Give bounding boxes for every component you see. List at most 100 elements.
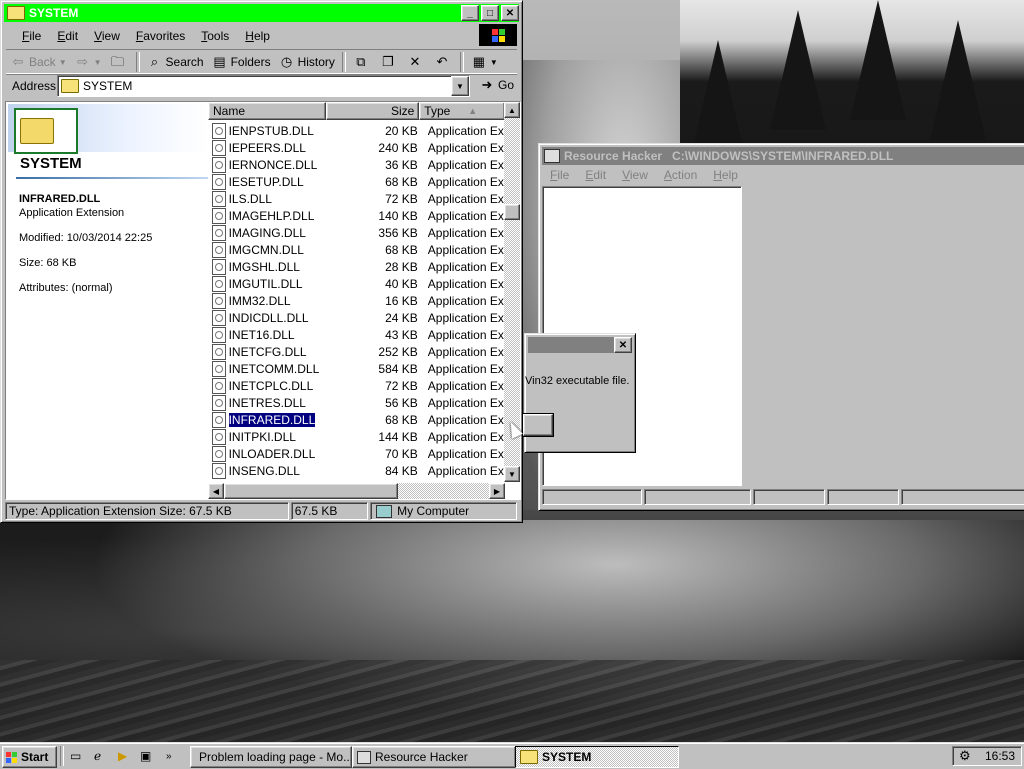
move-to-button[interactable]: ⧉ [349, 52, 376, 72]
scroll-right-button[interactable]: ▶ [489, 483, 505, 499]
file-type: Application Exte [427, 378, 505, 393]
close-button[interactable]: ✕ [501, 5, 519, 21]
file-row[interactable]: INLOADER.DLL 70 KB Application Exte [208, 445, 505, 462]
selected-file-size: Size: 68 KB [19, 257, 77, 269]
file-row[interactable]: IENPSTUB.DLL 20 KB Application Exte [208, 122, 505, 139]
file-row[interactable]: IMGUTIL.DLL 40 KB Application Exte [208, 275, 505, 292]
horizontal-scrollbar[interactable]: ◀ ▶ [208, 483, 505, 499]
views-button[interactable]: ▦ ▼ [467, 52, 502, 72]
file-row[interactable]: ILS.DLL 72 KB Application Exte [208, 190, 505, 207]
show-desktop-icon[interactable]: ▭ [70, 746, 81, 766]
file-name: INET16.DLL [228, 327, 295, 342]
address-dropdown-button[interactable]: ▼ [451, 76, 469, 96]
column-type[interactable]: Type ▲ [419, 102, 505, 120]
scroll-down-button[interactable]: ▼ [504, 466, 520, 482]
menu-edit[interactable]: Edit [49, 28, 86, 44]
file-row[interactable]: IEPEERS.DLL 240 KB Application Exte [208, 139, 505, 156]
file-row[interactable]: INDICDLL.DLL 24 KB Application Exte [208, 309, 505, 326]
file-size: 240 KB [378, 140, 418, 155]
history-button[interactable]: ◷ History [275, 52, 339, 72]
delete-button[interactable]: ✕ [403, 52, 430, 72]
address-input[interactable]: SYSTEM ▼ [57, 75, 470, 97]
file-row[interactable]: IMAGING.DLL 356 KB Application Exte [208, 224, 505, 241]
file-row[interactable]: IMGSHL.DLL 28 KB Application Exte [208, 258, 505, 275]
file-row[interactable]: IESETUP.DLL 68 KB Application Exte [208, 173, 505, 190]
address-label: Address [12, 79, 57, 93]
file-row[interactable]: INETCPLC.DLL 72 KB Application Exte [208, 377, 505, 394]
undo-button[interactable]: ↶ [430, 52, 457, 72]
file-row[interactable]: IERNONCE.DLL 36 KB Application Exte [208, 156, 505, 173]
internet-explorer-icon[interactable]: ℯ [94, 746, 101, 766]
forward-button[interactable]: ⇨ ▼ [71, 52, 106, 72]
error-dialog-titlebar[interactable]: ✕ [528, 337, 632, 353]
scroll-up-button[interactable]: ▲ [504, 102, 520, 118]
web-view-folder-title: SYSTEM [20, 155, 82, 172]
file-row[interactable]: INSENG.DLL 84 KB Application Exte [208, 462, 505, 479]
web-view-divider [16, 177, 208, 179]
dialog-ok-button[interactable] [522, 413, 554, 437]
menu-favorites[interactable]: Favorites [128, 28, 193, 44]
explorer-window[interactable]: SYSTEM _ □ ✕ File Edit View Favorites To… [0, 0, 523, 523]
column-size[interactable]: Size [325, 102, 420, 120]
file-row[interactable]: IMGCMN.DLL 68 KB Application Exte [208, 241, 505, 258]
file-row-selected[interactable]: INFRARED.DLL 68 KB Application Exte [208, 411, 505, 428]
back-button[interactable]: ⇦ Back ▼ [6, 52, 71, 72]
resource-hacker-icon [357, 750, 371, 764]
clock[interactable]: 16:53 [985, 749, 1015, 763]
chevron-down-icon: ▼ [58, 57, 67, 67]
resource-hacker-statusbar [542, 489, 1024, 505]
menu-action[interactable]: Action [656, 167, 705, 185]
task-resource-hacker[interactable]: Resource Hacker [352, 746, 516, 768]
media-player-icon[interactable]: ▶ [118, 746, 127, 766]
status-panel [900, 489, 1024, 505]
task-system[interactable]: SYSTEM [515, 746, 679, 768]
start-button[interactable]: Start [2, 746, 57, 768]
file-row[interactable]: IMAGEHLP.DLL 140 KB Application Exte [208, 207, 505, 224]
file-type: Application Exte [427, 361, 505, 376]
resource-hacker-titlebar[interactable]: Resource Hacker C:\WINDOWS\SYSTEM\INFRAR… [542, 147, 1024, 165]
file-row[interactable]: IMM32.DLL 16 KB Application Exte [208, 292, 505, 309]
file-row[interactable]: INITPKI.DLL 144 KB Application Exte [208, 428, 505, 445]
menu-view[interactable]: View [86, 28, 128, 44]
menu-file[interactable]: File [542, 167, 577, 185]
dialog-close-button[interactable]: ✕ [614, 337, 632, 353]
chevron-down-icon: ▼ [489, 57, 498, 67]
task-firefox[interactable]: Problem loading page - Mo... [190, 746, 352, 768]
outlook-express-icon[interactable]: ▣ [140, 746, 151, 766]
file-type: Application Exte [427, 412, 505, 427]
scroll-thumb[interactable] [504, 204, 520, 220]
horizontal-scroll-thumb[interactable] [224, 483, 398, 499]
status-panel [643, 489, 752, 505]
copy-to-button[interactable]: ❐ [376, 52, 403, 72]
my-computer-icon [376, 504, 393, 518]
menu-help[interactable]: Help [237, 28, 278, 44]
file-row[interactable]: INET16.DLL 43 KB Application Exte [208, 326, 505, 343]
file-row[interactable]: INETRES.DLL 56 KB Application Exte [208, 394, 505, 411]
up-folder-button[interactable]: 🗀 [106, 52, 133, 72]
explorer-titlebar[interactable]: SYSTEM _ □ ✕ [4, 4, 519, 22]
maximize-button[interactable]: □ [481, 5, 499, 21]
menu-file[interactable]: File [14, 28, 49, 44]
error-dialog[interactable]: ✕ Vin32 executable file. [522, 333, 636, 453]
menu-tools[interactable]: Tools [193, 28, 237, 44]
search-button[interactable]: ⌕ Search [143, 52, 208, 72]
file-list-view[interactable]: Name Size Type ▲ IENPSTUB.DLL 20 KB Applic… [208, 102, 520, 499]
copy-to-icon: ❐ [382, 54, 394, 69]
network-tray-icon[interactable]: ⚙ [959, 748, 971, 764]
wallpaper-tree [770, 10, 826, 130]
menu-help[interactable]: Help [705, 167, 746, 185]
file-size: 68 KB [385, 412, 418, 427]
folders-button[interactable]: ▤ Folders [208, 52, 275, 72]
dll-file-icon [212, 258, 226, 275]
file-row[interactable]: INETCFG.DLL 252 KB Application Exte [208, 343, 505, 360]
quick-launch-chevron-icon[interactable]: » [166, 746, 172, 766]
file-size: 72 KB [385, 378, 418, 393]
menu-view[interactable]: View [614, 167, 656, 185]
column-name[interactable]: Name [208, 102, 326, 120]
minimize-button[interactable]: _ [461, 5, 479, 21]
scroll-left-button[interactable]: ◀ [208, 483, 224, 499]
go-button[interactable]: ➜ Go [475, 75, 518, 95]
menu-edit[interactable]: Edit [577, 167, 614, 185]
file-row[interactable]: INETCOMM.DLL 584 KB Application Exte [208, 360, 505, 377]
resource-hacker-window[interactable]: Resource Hacker C:\WINDOWS\SYSTEM\INFRAR… [538, 143, 1024, 511]
